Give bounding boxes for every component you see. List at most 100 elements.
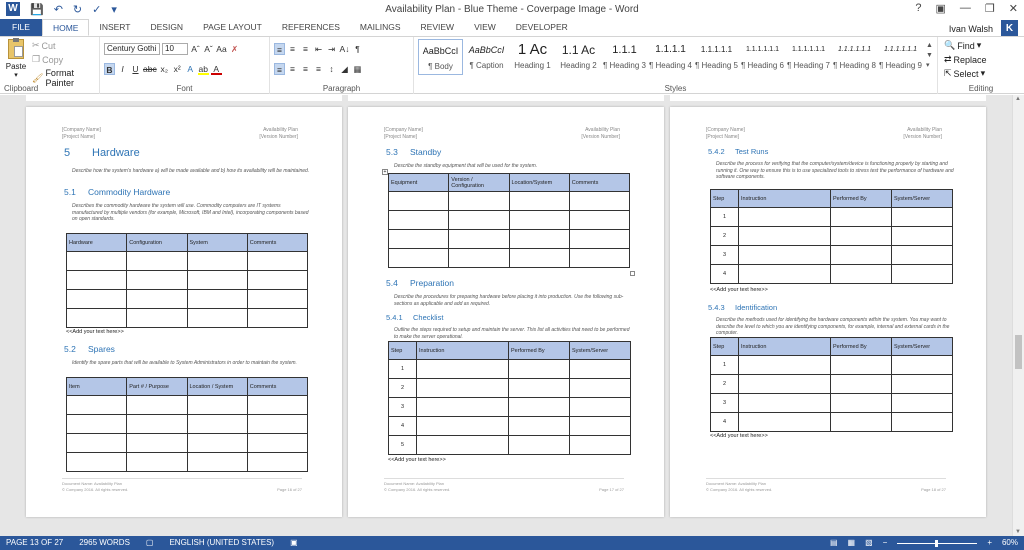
clear-formatting-icon[interactable]: ✗ <box>229 43 240 55</box>
style-caption[interactable]: AaBbCcI ¶ Caption <box>464 39 509 75</box>
redo-icon[interactable]: ↻ <box>73 3 82 16</box>
spares-table[interactable]: Item Part # / Purpose Location / System Com… <box>65 377 309 472</box>
strikethrough-icon[interactable]: abc <box>143 63 157 75</box>
vertical-scrollbar[interactable]: ▲ ▼ <box>1012 95 1024 536</box>
font-color-icon[interactable]: A <box>210 63 222 75</box>
italic-icon[interactable]: I <box>117 63 128 75</box>
proofing-icon[interactable]: ▢ <box>146 536 154 550</box>
help-icon[interactable]: ? <box>915 2 921 15</box>
style-heading-1[interactable]: 1 Ac Heading 1 <box>510 39 555 75</box>
zoom-slider-thumb[interactable] <box>935 539 939 547</box>
grow-font-icon[interactable]: Aˆ <box>190 43 201 55</box>
show-marks-icon[interactable]: ¶ <box>352 43 363 55</box>
highlight-icon[interactable]: ab <box>197 63 209 75</box>
macro-icon[interactable]: ▣ <box>290 536 298 550</box>
align-right-icon[interactable]: ≡ <box>300 63 311 75</box>
scroll-up-icon[interactable]: ▲ <box>926 41 933 51</box>
find-button[interactable]: 🔍 Find ▾ <box>944 40 981 51</box>
word-count-status[interactable]: 2965 WORDS <box>79 536 130 550</box>
zoom-slider[interactable] <box>897 539 978 547</box>
tab-home[interactable]: HOME <box>41 19 90 36</box>
language-status[interactable]: ENGLISH (UNITED STATES) <box>169 536 274 550</box>
scroll-down-arrow-icon[interactable]: ▼ <box>1015 529 1021 535</box>
scroll-up-arrow-icon[interactable]: ▲ <box>1015 96 1021 102</box>
tab-review[interactable]: REVIEW <box>411 19 465 36</box>
style-heading-5[interactable]: 1.1.1.1.1 ¶ Heading 5 <box>694 39 739 75</box>
scroll-down-icon[interactable]: ▼ <box>926 51 933 61</box>
save-icon[interactable]: 💾 <box>30 3 44 16</box>
standby-table[interactable]: Equipment Version / Configuration Location… <box>387 173 631 268</box>
style-heading-8[interactable]: 1.1.1.1.1.1 ¶ Heading 8 <box>832 39 877 75</box>
close-icon[interactable]: ✕ <box>1009 2 1018 15</box>
style-heading-9[interactable]: 1.1.1.1.1.1 ¶ Heading 9 <box>878 39 923 75</box>
tab-insert[interactable]: INSERT <box>89 19 140 36</box>
borders-icon[interactable]: ▦ <box>352 63 363 75</box>
styles-scroll[interactable]: ▲ ▼ ▾ <box>926 41 933 71</box>
cut-button[interactable]: ✂ Cut <box>32 40 56 51</box>
user-account[interactable]: Ivan Walsh K <box>949 20 1018 37</box>
tab-developer[interactable]: DEVELOPER <box>506 19 578 36</box>
read-mode-icon[interactable]: ▤ <box>830 536 838 550</box>
zoom-out-icon[interactable]: − <box>883 536 888 550</box>
zoom-level[interactable]: 60% <box>1002 536 1018 550</box>
customize-qat-icon[interactable]: ▾ <box>111 3 117 16</box>
sort-icon[interactable]: A↓ <box>339 43 350 55</box>
style-heading-7[interactable]: 1.1.1.1.1.1 ¶ Heading 7 <box>786 39 831 75</box>
bold-icon[interactable]: B <box>104 63 115 75</box>
zoom-in-icon[interactable]: + <box>987 536 992 550</box>
select-button[interactable]: ⇱ Select ▾ <box>944 68 985 79</box>
style-heading-2[interactable]: 1.1 Ac Heading 2 <box>556 39 601 75</box>
underline-icon[interactable]: U <box>130 63 141 75</box>
tab-page-layout[interactable]: PAGE LAYOUT <box>193 19 272 36</box>
align-left-icon[interactable]: ≡ <box>274 63 285 75</box>
minimize-icon[interactable]: — <box>960 2 971 15</box>
checklist-table[interactable]: Step Instruction Performed By System/Server… <box>388 341 631 455</box>
align-center-icon[interactable]: ≡ <box>287 63 298 75</box>
justify-icon[interactable]: ≡ <box>313 63 324 75</box>
checkmark-icon[interactable]: ✓ <box>92 3 101 16</box>
superscript-icon[interactable]: x² <box>172 63 183 75</box>
change-case-icon[interactable]: Aa <box>216 43 227 55</box>
commodity-hardware-table[interactable]: Hardware Configuration System Comments <box>65 233 309 328</box>
scrollbar-thumb[interactable] <box>1015 335 1022 369</box>
ribbon-display-icon[interactable]: ▣ <box>936 2 946 15</box>
tab-file[interactable]: FILE <box>0 19 42 36</box>
line-spacing-icon[interactable]: ↕ <box>326 63 337 75</box>
test-runs-table[interactable]: Step Instruction Performed By System/Server… <box>710 189 953 284</box>
print-layout-icon[interactable]: ▦ <box>848 536 856 550</box>
page-count-status[interactable]: PAGE 13 OF 27 <box>6 536 63 550</box>
word-logo-icon[interactable]: W <box>6 2 20 16</box>
web-layout-icon[interactable]: ▧ <box>865 536 873 550</box>
style-heading-6[interactable]: 1.1.1.1.1.1 ¶ Heading 6 <box>740 39 785 75</box>
paste-button[interactable]: Paste ▾ <box>4 38 28 79</box>
more-styles-icon[interactable]: ▾ <box>926 61 933 71</box>
tab-view[interactable]: VIEW <box>464 19 506 36</box>
replace-button[interactable]: ⇄ Replace <box>944 54 987 65</box>
style-heading-3[interactable]: 1.1.1 ¶ Heading 3 <box>602 39 647 75</box>
page-18[interactable]: [Company Name] [Project Name] Availabilit… <box>670 107 986 517</box>
document-area[interactable]: [Company Name] [Project Name] Availabilit… <box>0 95 1012 536</box>
copy-button[interactable]: ❐ Copy <box>32 54 63 65</box>
increase-indent-icon[interactable]: ⇥ <box>326 43 337 55</box>
font-name-combo[interactable]: Century Gothi <box>104 43 160 55</box>
style-body[interactable]: AaBbCcI ¶ Body <box>418 39 463 75</box>
shrink-font-icon[interactable]: Aˇ <box>203 43 214 55</box>
tab-design[interactable]: DESIGN <box>140 19 193 36</box>
table-resize-handle[interactable] <box>630 271 635 276</box>
tab-references[interactable]: REFERENCES <box>272 19 350 36</box>
undo-icon[interactable]: ↶ <box>54 3 63 16</box>
restore-icon[interactable]: ❐ <box>985 2 995 15</box>
style-heading-4[interactable]: 1.1.1.1 ¶ Heading 4 <box>648 39 693 75</box>
decrease-indent-icon[interactable]: ⇤ <box>313 43 324 55</box>
numbering-icon[interactable]: ≡ <box>287 43 298 55</box>
font-size-combo[interactable]: 10 <box>162 43 188 55</box>
identification-table[interactable]: Step Instruction Performed By System/Server… <box>710 337 953 432</box>
page-17[interactable]: [Company Name] [Project Name] Availabilit… <box>348 107 664 517</box>
bullets-icon[interactable]: ≡ <box>274 43 285 55</box>
shading-icon[interactable]: ◢ <box>339 63 350 75</box>
text-effects-icon[interactable]: A <box>185 63 196 75</box>
page-16[interactable]: [Company Name] [Project Name] Availabilit… <box>26 107 342 517</box>
tab-mailings[interactable]: MAILINGS <box>350 19 411 36</box>
multilevel-list-icon[interactable]: ≡ <box>300 43 311 55</box>
subscript-icon[interactable]: x₂ <box>159 63 170 75</box>
